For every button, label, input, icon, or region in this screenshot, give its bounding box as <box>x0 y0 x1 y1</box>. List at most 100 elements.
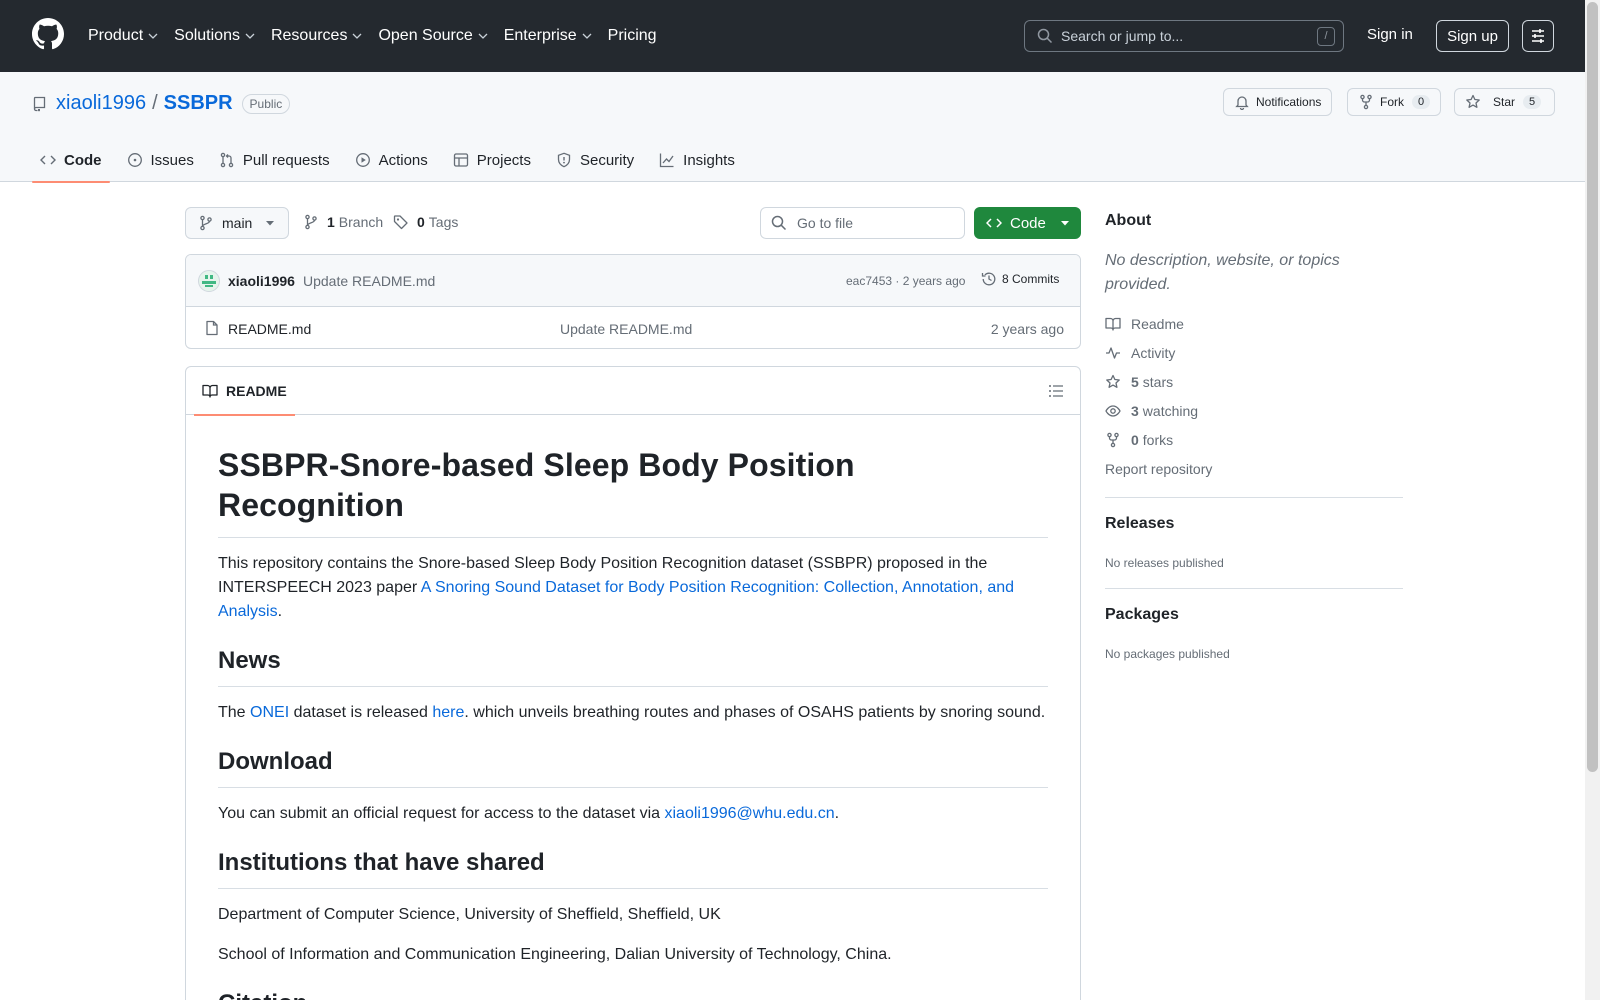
stars-link[interactable]: 5 stars <box>1105 374 1173 390</box>
commit-author[interactable]: xiaoli1996 <box>228 273 295 289</box>
file-icon <box>206 320 218 336</box>
news-post: . which unveils breathing routes and pha… <box>464 704 1046 721</box>
table-row[interactable]: README.md Update README.md 2 years ago <box>186 307 1080 348</box>
branch-icon <box>305 214 317 230</box>
packages-title[interactable]: Packages <box>1105 606 1179 624</box>
file-age: 2 years ago <box>990 321 1064 337</box>
nav-open-source[interactable]: Open Source <box>378 27 488 45</box>
activity-label: Activity <box>1131 345 1176 361</box>
commit-message[interactable]: Update README.md <box>303 273 435 289</box>
github-logo-icon[interactable] <box>32 18 64 50</box>
forks-link[interactable]: 0 forks <box>1105 432 1173 448</box>
readme-tab-label: README <box>226 383 287 399</box>
avatar[interactable] <box>198 270 220 292</box>
news-heading: News <box>218 646 1048 687</box>
repo-separator: / <box>152 92 158 114</box>
readme-header: README <box>186 367 1080 416</box>
chevron-down-icon <box>582 33 592 39</box>
about-description: No description, website, or topics provi… <box>1105 252 1340 293</box>
tab-pull-requests[interactable]: Pull requests <box>211 138 338 182</box>
here-link[interactable]: here <box>432 704 464 721</box>
repo-owner-link[interactable]: xiaoli1996 <box>56 92 146 115</box>
play-icon <box>355 153 370 167</box>
watching-label: watching <box>1142 403 1199 419</box>
nav-enterprise[interactable]: Enterprise <box>504 27 592 45</box>
command-palette-button[interactable] <box>1522 20 1554 52</box>
nav-pricing[interactable]: Pricing <box>608 27 657 45</box>
activity-link[interactable]: Activity <box>1105 345 1175 361</box>
watchers-link[interactable]: 3 watching <box>1105 403 1198 419</box>
notifications-button[interactable]: Notifications <box>1223 88 1333 116</box>
sign-up-button[interactable]: Sign up <box>1436 20 1509 52</box>
search-icon <box>771 215 787 231</box>
file-commit-message[interactable]: Update README.md <box>560 321 692 337</box>
readme-title: SSBPR-Snore-based Sleep Body Position Re… <box>218 445 1048 538</box>
caret-down-icon <box>1061 221 1069 226</box>
tab-label: Code <box>64 151 102 169</box>
tags-link[interactable]: 0 Tags <box>393 214 458 230</box>
table-icon <box>453 153 468 167</box>
tab-actions[interactable]: Actions <box>347 138 436 182</box>
tag-label: Tags <box>428 214 459 230</box>
tab-label: Pull requests <box>242 151 330 169</box>
citation-heading: Citation <box>218 989 1048 1000</box>
book-icon <box>1105 317 1121 331</box>
intro-end: . <box>277 603 283 620</box>
commit-hash-age[interactable]: eac7453 · 2 years ago <box>846 274 965 288</box>
visibility-badge: Public <box>241 93 291 114</box>
email-link[interactable]: xiaoli1996@whu.edu.cn <box>664 805 834 822</box>
bell-icon <box>1235 96 1249 110</box>
sign-in-link[interactable]: Sign in <box>1367 26 1413 43</box>
graph-icon <box>660 153 674 168</box>
tag-count: 0 <box>417 214 425 230</box>
news-mid: dataset is released <box>289 704 433 721</box>
branch-icon <box>200 215 212 231</box>
history-icon <box>981 272 996 286</box>
tab-security[interactable]: Security <box>548 138 642 182</box>
tag-icon <box>393 215 408 230</box>
institution-item: School of Information and Communication … <box>218 946 892 963</box>
nav-product[interactable]: Product <box>88 27 158 45</box>
readme-tab[interactable]: README <box>194 367 295 416</box>
tab-insights[interactable]: Insights <box>651 138 743 182</box>
scrollbar-thumb[interactable] <box>1587 2 1598 772</box>
fork-button[interactable]: Fork 0 <box>1347 88 1442 116</box>
code-dropdown-button[interactable]: Code <box>974 207 1081 239</box>
report-repository-link[interactable]: Report repository <box>1105 461 1212 477</box>
file-name-link[interactable]: README.md <box>228 321 311 337</box>
fork-icon <box>1360 94 1372 110</box>
download-text: You can submit an official request for a… <box>218 805 665 822</box>
chevron-down-icon <box>352 33 362 39</box>
releases-title[interactable]: Releases <box>1105 515 1174 533</box>
code-icon <box>986 218 1002 228</box>
nav-solutions[interactable]: Solutions <box>174 27 255 45</box>
repo-name-link[interactable]: SSBPR <box>164 92 233 115</box>
fork-count: 0 <box>1412 95 1431 109</box>
tab-issues[interactable]: Issues <box>119 138 202 182</box>
tab-projects[interactable]: Projects <box>445 138 539 182</box>
readme-link[interactable]: Readme <box>1105 316 1184 332</box>
tab-code[interactable]: Code <box>32 138 110 183</box>
page-scrollbar[interactable] <box>1585 0 1600 1000</box>
go-to-file-input[interactable]: Go to file <box>760 207 965 239</box>
identicon-icon <box>202 275 216 287</box>
search-input[interactable]: Search or jump to... / <box>1024 20 1344 52</box>
branch-select-button[interactable]: main <box>185 207 289 239</box>
branches-link[interactable]: 1 Branch <box>303 214 383 230</box>
file-browser: xiaoli1996 Update README.md eac7453 · 2 … <box>185 254 1081 349</box>
commits-history-link[interactable]: 8 Commits <box>981 271 1059 287</box>
global-header: Product Solutions Resources Open Source … <box>0 0 1585 72</box>
onei-link[interactable]: ONEI <box>250 704 289 721</box>
chevron-down-icon <box>148 33 158 39</box>
star-label: Star <box>1493 95 1516 109</box>
code-button-label: Code <box>1010 214 1046 232</box>
star-button[interactable]: Star 5 <box>1454 88 1555 116</box>
list-outline-icon[interactable] <box>1048 383 1064 399</box>
tab-label: Issues <box>150 151 194 169</box>
releases-empty: No releases published <box>1105 556 1224 570</box>
nav-resources[interactable]: Resources <box>271 27 362 45</box>
sliders-icon <box>1532 29 1544 43</box>
pulse-icon <box>1106 347 1120 359</box>
packages-empty: No packages published <box>1105 647 1230 661</box>
search-icon <box>1037 28 1053 44</box>
